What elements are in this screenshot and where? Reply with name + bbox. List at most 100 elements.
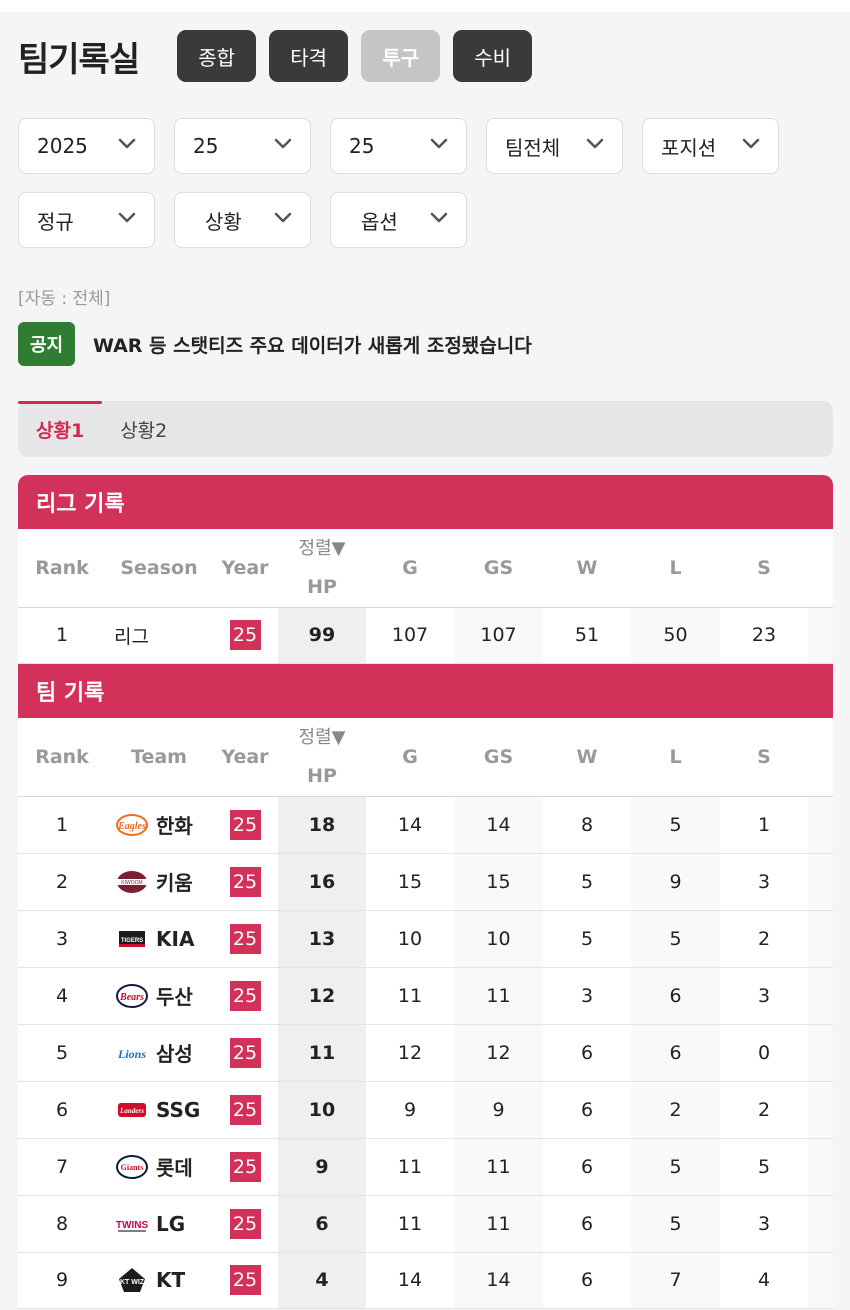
rank-cell: 1 [18,607,106,664]
category-button-fielding[interactable]: 수비 [453,30,533,82]
team-cell[interactable]: Bears 두산 [106,967,212,1025]
twins-logo: TWINS [116,1220,148,1231]
s-cell: 0 [720,1024,808,1082]
situation-tabs: 상황1 상황2 [18,401,833,457]
team-link[interactable]: TWINS LG [106,1209,212,1239]
col-header-s[interactable]: S [720,529,808,608]
year-badge[interactable]: 25 [229,1094,261,1125]
team-link[interactable]: KT WIZ KT [106,1265,212,1295]
team-name[interactable]: 삼성 [156,1038,204,1067]
sort-indicator: 정렬▼ [298,726,346,748]
team-select[interactable]: 팀전체 [486,118,623,174]
l-cell: 5 [631,1195,720,1253]
position-select[interactable]: 포지션 [642,118,779,174]
l-cell: 2 [631,1081,720,1139]
col-header-gs[interactable]: GS [454,529,543,608]
team-cell[interactable]: KIWOOM 키움 [106,853,212,911]
col-header-s[interactable]: S [720,718,808,797]
team-cell[interactable]: TWINS LG [106,1195,212,1253]
tab-situation-2[interactable]: 상황2 [102,401,185,457]
team-cell[interactable]: Giants 롯데 [106,1138,212,1196]
col-header-overflow [808,718,833,797]
col-header-rank[interactable]: Rank [18,529,106,608]
notice-banner[interactable]: 공지 WAR 등 스탯티즈 주요 데이터가 새롭게 조정됐습니다 [18,322,532,366]
team-link[interactable]: TIGERS KIA [106,924,212,954]
end-year-select[interactable]: 25 [330,118,467,174]
col-header-year[interactable]: Year [212,529,278,608]
g-cell: 10 [366,910,454,968]
l-cell: 9 [631,853,720,911]
team-link[interactable]: Bears 두산 [106,981,212,1011]
team-name[interactable]: 롯데 [156,1152,204,1181]
svg-text:KT WIZ: KT WIZ [120,1279,145,1286]
col-header-g[interactable]: G [366,718,454,797]
year-badge[interactable]: 25 [229,620,261,650]
col-header-year[interactable]: Year [212,718,278,797]
category-button-batting[interactable]: 타격 [269,30,349,82]
season-select[interactable]: 2025 [18,118,155,174]
team-name[interactable]: 키움 [156,867,204,896]
option-select[interactable]: 옵션 [330,192,467,248]
year-badge[interactable]: 25 [229,809,261,840]
team-cell[interactable]: Lions 삼성 [106,1024,212,1082]
category-button-pitching[interactable]: 투구 [361,30,441,82]
l-cell: 50 [631,607,720,664]
team-cell[interactable]: TIGERS KIA [106,910,212,968]
col-header-hp[interactable]: 정렬▼ HP [278,529,366,608]
team-link[interactable]: Eagles 한화 [106,810,212,840]
year-badge[interactable]: 25 [229,866,261,897]
team-link[interactable]: Giants 롯데 [106,1152,212,1182]
start-year-select[interactable]: 25 [174,118,311,174]
col-header-w[interactable]: W [543,529,631,608]
l-cell: 6 [631,967,720,1025]
team-name[interactable]: KT [156,1268,204,1292]
team-link[interactable]: Landers SSG [106,1095,212,1125]
g-cell: 14 [366,1252,454,1309]
team-cell[interactable]: KT WIZ KT [106,1252,212,1309]
category-button-total[interactable]: 종합 [177,30,257,82]
svg-text:Eagles: Eagles [117,821,146,832]
gs-cell: 107 [454,607,543,664]
col-header-l[interactable]: L [631,529,720,608]
team-name[interactable]: SSG [156,1098,204,1122]
year-cell: 25 [212,1138,278,1196]
l-cell: 5 [631,796,720,854]
team-name[interactable]: 두산 [156,981,204,1010]
col-header-gs[interactable]: GS [454,718,543,797]
col-header-rank[interactable]: Rank [18,718,106,797]
notice-text[interactable]: WAR 등 스탯티즈 주요 데이터가 새롭게 조정됐습니다 [93,331,532,358]
chevron-down-icon [274,212,292,223]
year-badge[interactable]: 25 [229,1265,261,1295]
overflow-cell [808,853,833,911]
year-badge[interactable]: 25 [229,1208,261,1239]
team-link[interactable]: KIWOOM 키움 [106,867,212,897]
team-name[interactable]: LG [156,1212,204,1236]
end-year-select-value: 25 [349,134,375,158]
col-header-w[interactable]: W [543,718,631,797]
team-cell[interactable]: Eagles 한화 [106,796,212,854]
overflow-cell [808,607,833,664]
gs-cell: 14 [454,1252,543,1309]
col-header-team[interactable]: Team [106,718,212,797]
col-header-g[interactable]: G [366,529,454,608]
team-link[interactable]: Lions 삼성 [106,1038,212,1068]
year-badge[interactable]: 25 [229,1151,261,1182]
year-cell: 25 [212,607,278,664]
team-name[interactable]: 한화 [156,810,204,839]
table-row: 5 Lions 삼성 25 11 12 12 6 6 0 [18,1024,833,1082]
team-cell[interactable]: Landers SSG [106,1081,212,1139]
game-type-select[interactable]: 정규 [18,192,155,248]
team-name[interactable]: KIA [156,927,204,951]
col-header-l[interactable]: L [631,718,720,797]
year-badge[interactable]: 25 [229,980,261,1011]
situation-select[interactable]: 상황 [174,192,311,248]
year-badge[interactable]: 25 [229,923,261,954]
team-table: Rank Team Year 정렬▼ HP G GS W L S 1 Eagles 한… [18,718,833,1309]
eagles-logo: Eagles [116,813,148,836]
col-header-season[interactable]: Season [106,529,212,608]
hp-cell: 6 [278,1195,366,1253]
col-header-hp[interactable]: 정렬▼ HP [278,718,366,797]
year-badge[interactable]: 25 [229,1037,261,1068]
league-section-title: 리그 기록 [18,475,833,529]
tab-situation-1[interactable]: 상황1 [18,401,103,457]
